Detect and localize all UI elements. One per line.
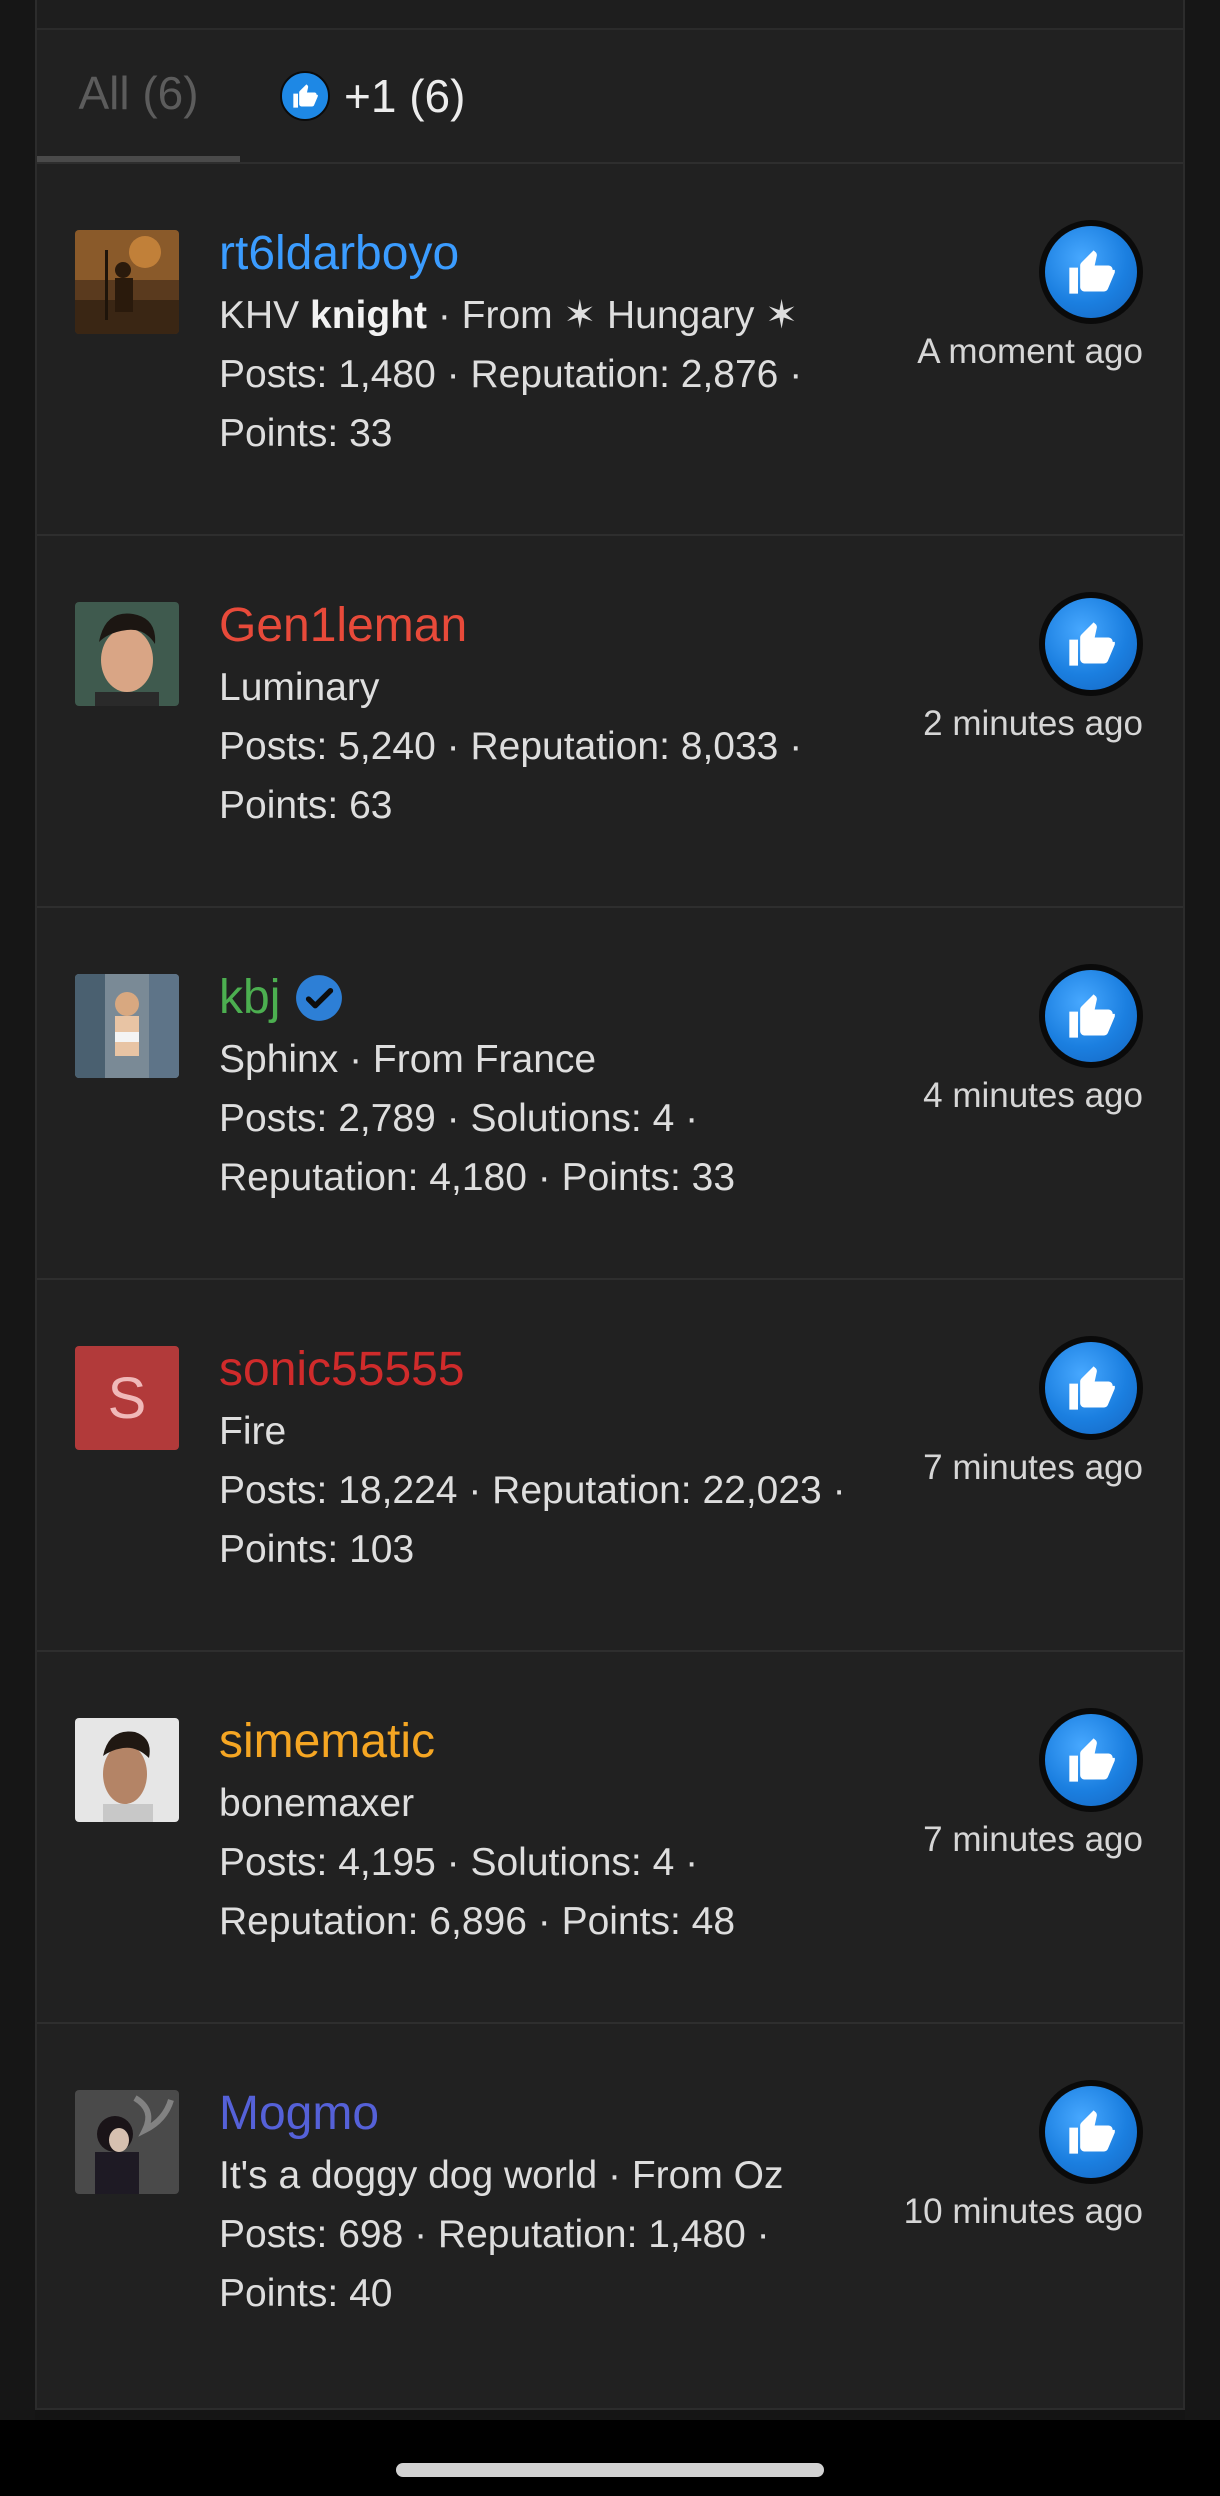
username-link[interactable]: sonic55555 <box>219 1338 465 1402</box>
reaction-tabs: All (6) +1 (6) <box>37 30 1183 164</box>
thumbs-up-icon <box>1045 2086 1137 2178</box>
reaction-time: A moment ago <box>917 332 1143 371</box>
user-title: Luminary <box>219 666 380 709</box>
reactions-dialog: All (6) +1 (6) rt6ldarboyo KHV knight · … <box>35 0 1185 2410</box>
list-item: kbj Sphinx · From France Posts: 2,789 · … <box>37 908 1183 1280</box>
list-item: Mogmo It's a doggy dog world · From Oz P… <box>37 2024 1183 2396</box>
list-item: simematic bonemaxer Posts: 4,195 · Solut… <box>37 1652 1183 2024</box>
user-info: Gen1leman Luminary Posts: 5,240 · Reputa… <box>219 594 869 835</box>
user-stats: Reputation: 4,180 · Points: 33 <box>219 1156 736 1199</box>
man-portrait-avatar-image <box>75 602 179 706</box>
warrior-avatar-image <box>75 230 179 334</box>
username-link[interactable]: kbj <box>219 966 280 1030</box>
tab-all[interactable]: All (6) <box>37 30 240 162</box>
like-badge <box>1039 964 1143 1068</box>
tab-all-label: All (6) <box>78 67 199 119</box>
user-stats: Points: 63 <box>219 784 393 827</box>
verified-badge-icon <box>296 975 343 1021</box>
woman-photo-avatar-image <box>75 974 179 1078</box>
tab-plus-one[interactable]: +1 (6) <box>280 30 465 162</box>
user-stats: Points: 33 <box>219 412 393 455</box>
username-link[interactable]: simematic <box>219 1710 435 1774</box>
tab-plus-one-label: +1 (6) <box>344 70 466 122</box>
list-item: rt6ldarboyo KHV knight · From ✶ Hungary … <box>37 164 1183 536</box>
user-info: Mogmo It's a doggy dog world · From Oz P… <box>219 2082 869 2323</box>
reaction-time: 7 minutes ago <box>923 1448 1143 1487</box>
thumbs-up-icon <box>1045 1342 1137 1434</box>
user-stats: Posts: 698 · Reputation: 1,480 · <box>219 2213 770 2256</box>
user-stats: Posts: 18,224 · Reputation: 22,023 · <box>219 1469 846 1512</box>
user-info: kbj Sphinx · From France Posts: 2,789 · … <box>219 966 869 1207</box>
reaction-time: 10 minutes ago <box>903 2192 1143 2231</box>
avatar[interactable] <box>75 2090 179 2194</box>
user-stats: Reputation: 6,896 · Points: 48 <box>219 1900 736 1943</box>
user-stats: Posts: 1,480 · Reputation: 2,876 · <box>219 353 803 396</box>
username-link[interactable]: Mogmo <box>219 2082 379 2146</box>
like-badge <box>1039 1336 1143 1440</box>
avatar[interactable] <box>75 974 179 1078</box>
avatar[interactable] <box>75 230 179 334</box>
list-item: Gen1leman Luminary Posts: 5,240 · Reputa… <box>37 536 1183 908</box>
user-title: bonemaxer <box>219 1782 415 1825</box>
user-stats: Points: 40 <box>219 2272 393 2315</box>
home-indicator[interactable] <box>396 2463 824 2477</box>
user-stats: Posts: 4,195 · Solutions: 4 · <box>219 1841 699 1884</box>
avatar-letter: S <box>107 1365 147 1431</box>
reaction-time: 7 minutes ago <box>923 1820 1143 1859</box>
user-info: sonic55555 Fire Posts: 18,224 · Reputati… <box>219 1338 869 1579</box>
avatar[interactable] <box>75 602 179 706</box>
dialog-top-edge <box>37 0 1183 30</box>
like-badge <box>1039 592 1143 696</box>
thumbs-up-icon <box>1045 1714 1137 1806</box>
reaction-time: 2 minutes ago <box>923 704 1143 743</box>
reaction-list: rt6ldarboyo KHV knight · From ✶ Hungary … <box>37 164 1183 2396</box>
user-title: Fire <box>219 1410 287 1453</box>
like-badge <box>1039 220 1143 324</box>
avatar[interactable] <box>75 1718 179 1822</box>
thumbs-up-icon <box>1045 598 1137 690</box>
user-title: Sphinx · From France <box>219 1038 597 1081</box>
user-info: rt6ldarboyo KHV knight · From ✶ Hungary … <box>219 222 869 463</box>
user-title: It's a doggy dog world · From Oz <box>219 2154 784 2197</box>
user-stats: Posts: 5,240 · Reputation: 8,033 · <box>219 725 803 768</box>
thumbs-up-icon <box>280 71 330 121</box>
reaction-time: 4 minutes ago <box>923 1076 1143 1115</box>
navigation-bar <box>0 2420 1220 2496</box>
user-stats: Posts: 2,789 · Solutions: 4 · <box>219 1097 699 1140</box>
list-item: S sonic55555 Fire Posts: 18,224 · Reputa… <box>37 1280 1183 1652</box>
user-stats: Points: 103 <box>219 1528 415 1571</box>
like-badge <box>1039 2080 1143 2184</box>
user-title: KHV knight · From ✶ Hungary ✶ <box>219 294 798 337</box>
user-info: simematic bonemaxer Posts: 4,195 · Solut… <box>219 1710 869 1951</box>
thumbs-up-icon <box>1045 970 1137 1062</box>
man-profile-avatar-image <box>75 1718 179 1822</box>
thumbs-up-icon <box>1045 226 1137 318</box>
backdrop-right <box>1185 0 1220 2420</box>
smoking-figure-avatar-image <box>75 2090 179 2194</box>
backdrop-left <box>0 0 35 2420</box>
like-badge <box>1039 1708 1143 1812</box>
username-link[interactable]: rt6ldarboyo <box>219 222 459 286</box>
avatar[interactable]: S <box>75 1346 179 1450</box>
username-link[interactable]: Gen1leman <box>219 594 467 658</box>
